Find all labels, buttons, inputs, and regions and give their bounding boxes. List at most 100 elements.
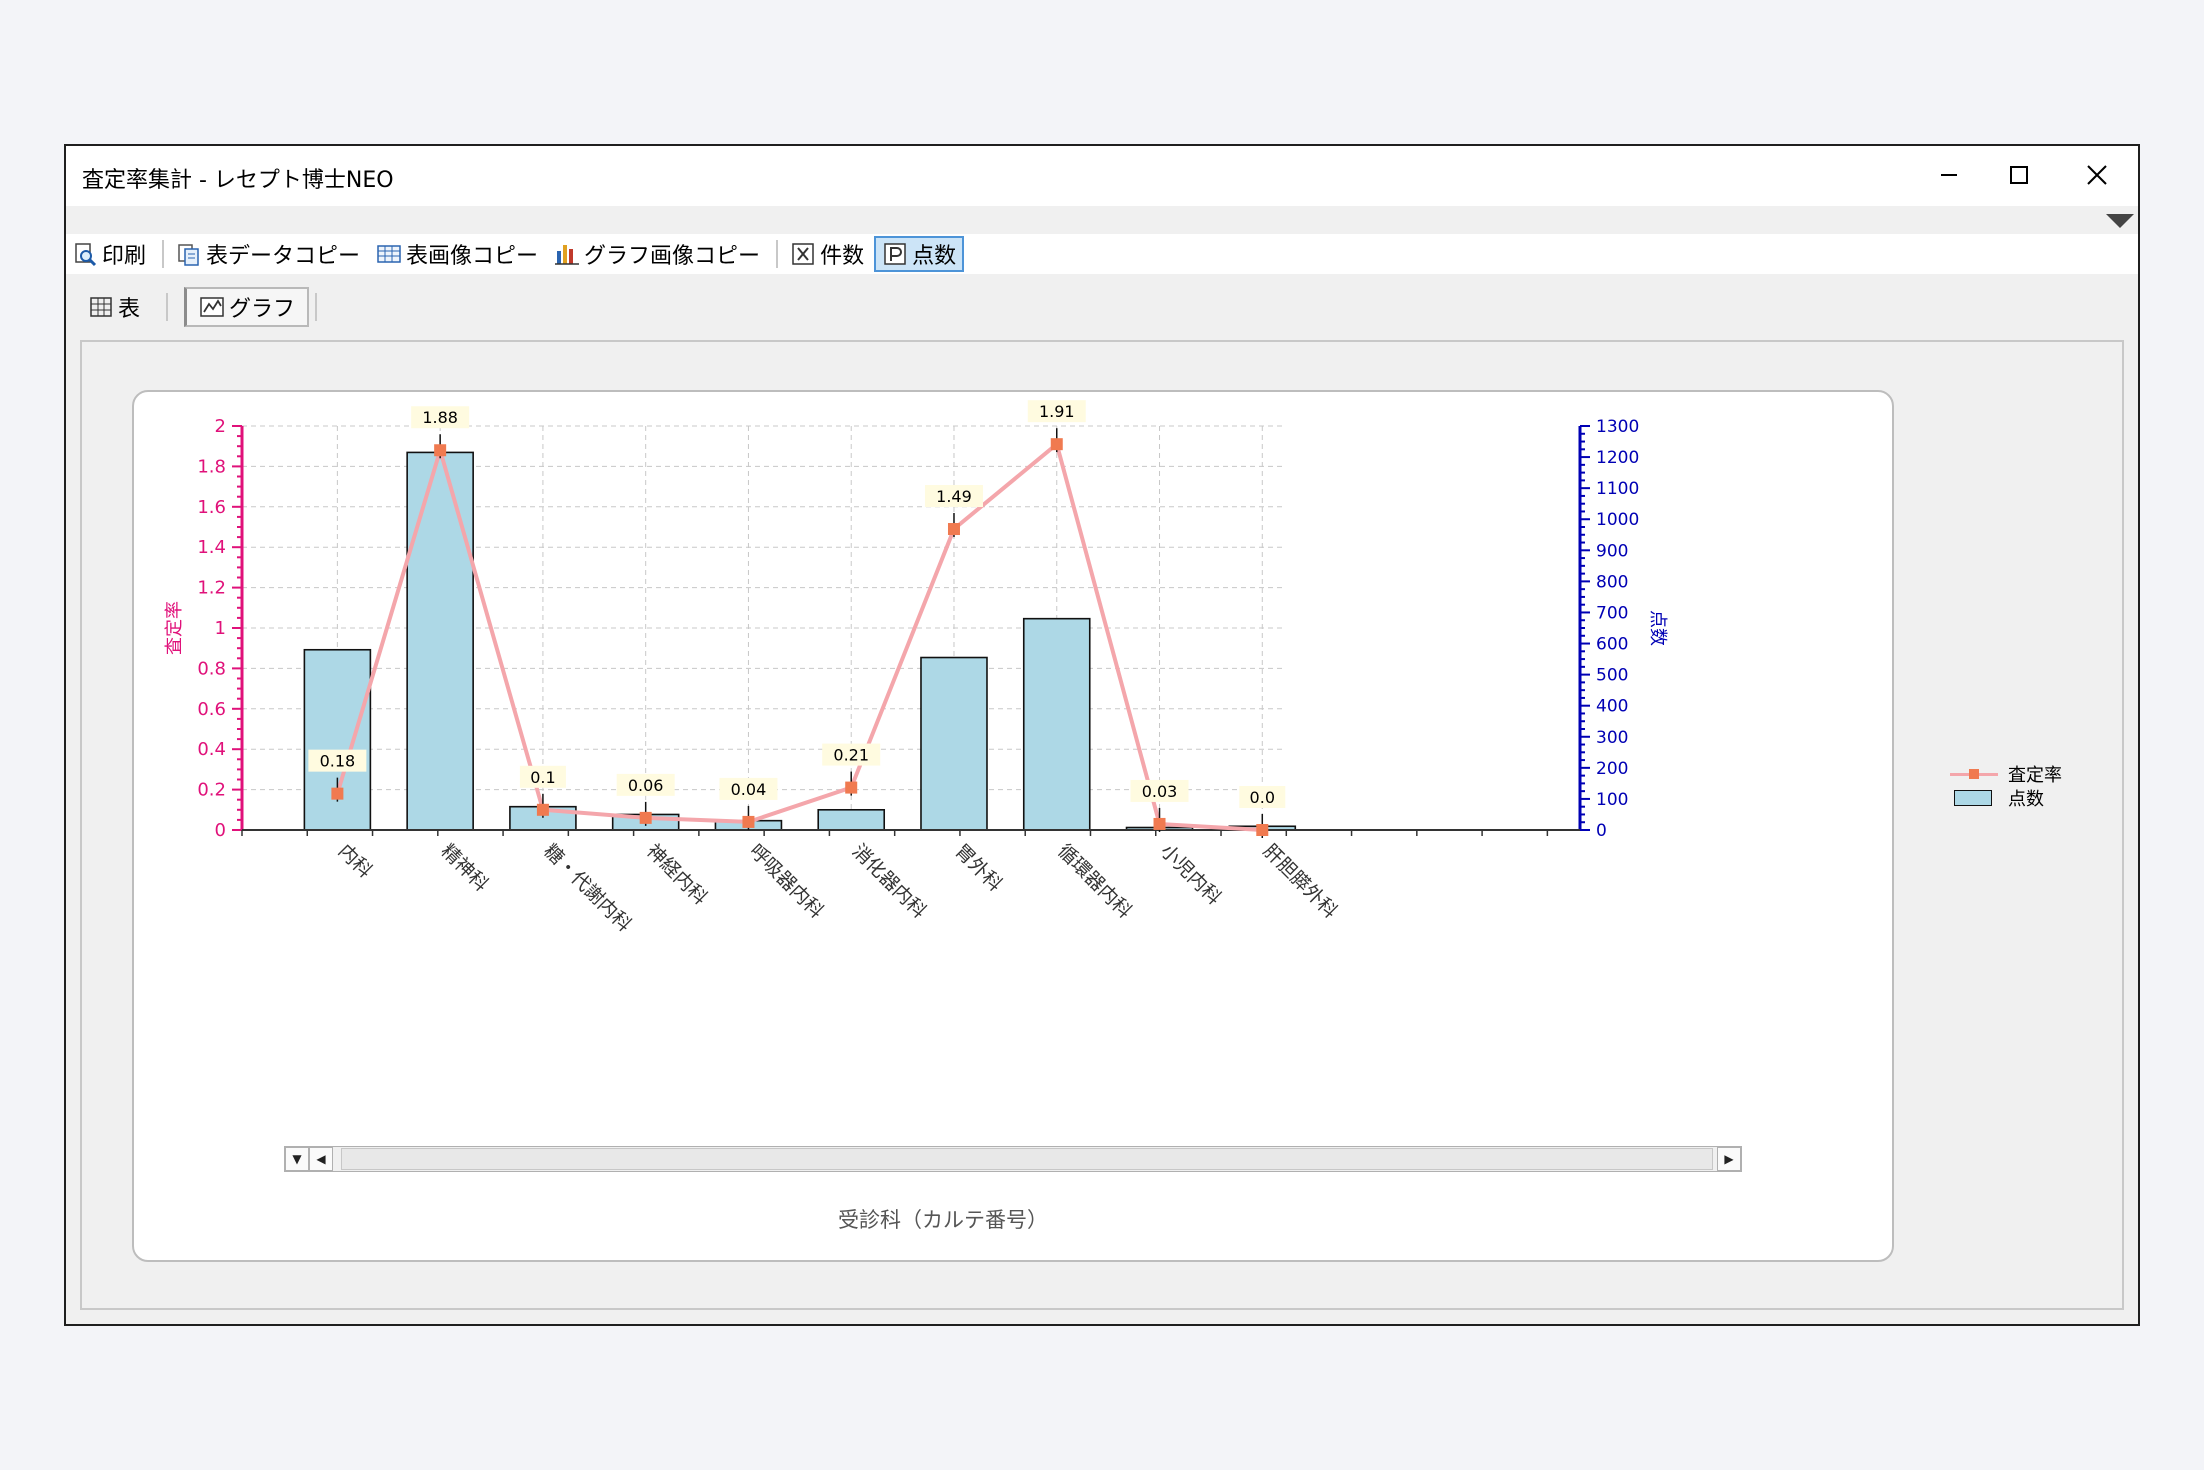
legend-bar-icon [1950,788,1998,808]
maximize-button[interactable] [1984,152,2054,198]
left-axis-tick-label: 0.8 [197,658,226,679]
rate-marker [331,787,344,800]
scroll-thumb[interactable] [341,1148,1713,1170]
table-data-copy-button[interactable]: 表データコピー [170,236,366,272]
x-axis-category-label: 肝胆膵外科 [1259,840,1342,923]
rate-data-label: 1.91 [1039,402,1075,421]
x-axis-category-label: 胃外科 [950,840,1006,896]
rate-marker [1153,817,1166,830]
rate-data-label: 0.03 [1142,782,1178,801]
minimize-button[interactable] [1914,152,1984,198]
minimize-icon [1941,174,1957,176]
tab-table[interactable]: 表 [76,287,152,327]
bar-points [1022,617,1091,831]
rate-marker [845,781,858,794]
rate-data-label: 0.06 [628,776,664,795]
x-axis-category-label: 神経内科 [642,840,711,909]
p-box-icon [884,243,906,265]
window-title: 査定率集計 - レセプト博士NEO [82,168,394,193]
scroll-right-button[interactable]: ▶ [1717,1147,1741,1171]
rate-marker [536,803,549,816]
close-button[interactable] [2062,152,2132,198]
rate-data-label: 0.18 [320,752,356,771]
chart-horizontal-scrollbar[interactable]: ▼ ◀ ▶ [284,1146,1742,1172]
copy-data-icon [178,244,199,266]
left-axis-tick-label: 1.8 [197,456,226,477]
rate-data-label: 0.0 [1250,788,1275,807]
table-image-copy-label: 表画像コピー [406,244,539,269]
bar-points [303,648,372,831]
right-axis-tick-label: 700 [1596,603,1628,623]
left-axis-tick-label: 1.4 [197,537,226,558]
toolbar: 印刷 表データコピー 表画像コピー グラフ画像コピー 件数 点数 [66,234,2138,274]
graph-view: 0 0.2 0.4 0.6 0.8 1 1.2 1.4 1.6 1.8 2 査定率 0 100 200 300… [80,340,2124,1310]
x-axis-category-label: 小児内科 [1156,840,1225,909]
print-button[interactable]: 印刷 [66,236,152,272]
table-grid-icon [90,297,112,317]
toolbar-separator [162,240,165,268]
bar-points [920,656,988,831]
legend-item-rate[interactable]: 査定率 [1950,762,2062,786]
count-label: 件数 [820,244,865,269]
right-axis-tick-label: 400 [1596,697,1628,717]
left-axis-tick-label: 2 [215,416,226,437]
line-chart-icon [200,297,224,317]
scroll-left-button[interactable]: ◀ [309,1147,333,1171]
left-axis-title: 査定率 [164,601,185,655]
right-axis-tick-label: 600 [1596,635,1628,655]
x-axis-category-label: 内科 [334,840,376,882]
rate-data-label: 0.04 [731,780,767,799]
print-label: 印刷 [102,244,147,269]
rate-marker [434,444,447,457]
points-label: 点数 [912,244,957,269]
right-axis-tick-label: 200 [1596,759,1628,779]
rate-marker [947,523,960,536]
close-icon [2087,165,2107,185]
right-axis-tick-label: 0 [1596,821,1607,841]
left-axis-tick-label: 0.2 [197,780,226,801]
points-toggle-button[interactable]: 点数 [874,236,965,272]
tab-separator [166,293,169,321]
toolbar-overflow-arrow-icon[interactable] [2106,214,2134,228]
chart-legend: 査定率 点数 [1950,762,2062,810]
graph-image-copy-label: グラフ画像コピー [584,244,761,269]
x-axis-category-label: 消化器内科 [848,840,931,923]
table-data-copy-label: 表データコピー [206,244,361,269]
left-axis-tick-label: 1 [215,618,226,639]
chevron-right-icon: ▶ [1724,1152,1734,1166]
combo-chart: 0 0.2 0.4 0.6 0.8 1 1.2 1.4 1.6 1.8 2 査定率 0 100 200 300… [164,400,1668,936]
chevron-left-icon: ◀ [316,1152,326,1166]
view-tabs: 表 グラフ [66,284,2138,330]
graph-image-copy-button[interactable]: グラフ画像コピー [548,236,766,272]
left-axis-tick-label: 0.6 [197,699,226,720]
legend-item-points[interactable]: 点数 [1950,786,2062,810]
x-box-icon [792,243,814,265]
x-axis-category-label: 循環器内科 [1053,840,1136,923]
rate-line [335,440,1263,832]
table-image-copy-button[interactable]: 表画像コピー [370,236,544,272]
chevron-down-icon: ▼ [292,1152,302,1166]
rate-data-label: 0.21 [833,746,869,765]
tab-graph[interactable]: グラフ [184,287,310,327]
rate-data-label: 0.1 [530,768,555,787]
x-axis-title: 受診科（カルテ番号） [838,1208,1048,1232]
x-axis-category-label: 呼吸器内科 [745,840,828,923]
right-axis-tick-label: 800 [1596,572,1628,592]
scroll-dropdown-button[interactable]: ▼ [285,1147,309,1171]
rate-data-label: 1.88 [422,408,458,427]
count-toggle-button[interactable]: 件数 [784,236,870,272]
right-axis-tick-label: 1200 [1596,448,1639,468]
right-axis-tick-label: 900 [1596,541,1628,561]
legend-points-label: 点数 [2008,789,2044,810]
bar-points [817,808,886,831]
toolbar-separator [776,240,779,268]
right-axis-tick-label: 100 [1596,790,1628,810]
tab-graph-label: グラフ [229,297,296,322]
tab-separator [315,293,318,321]
rate-marker [1256,824,1269,836]
legend-rate-label: 査定率 [2008,765,2062,786]
rate-marker [1050,438,1063,451]
tab-table-label: 表 [118,297,141,322]
left-axis-tick-label: 0 [215,820,226,841]
legend-line-marker-icon [1950,764,1998,784]
